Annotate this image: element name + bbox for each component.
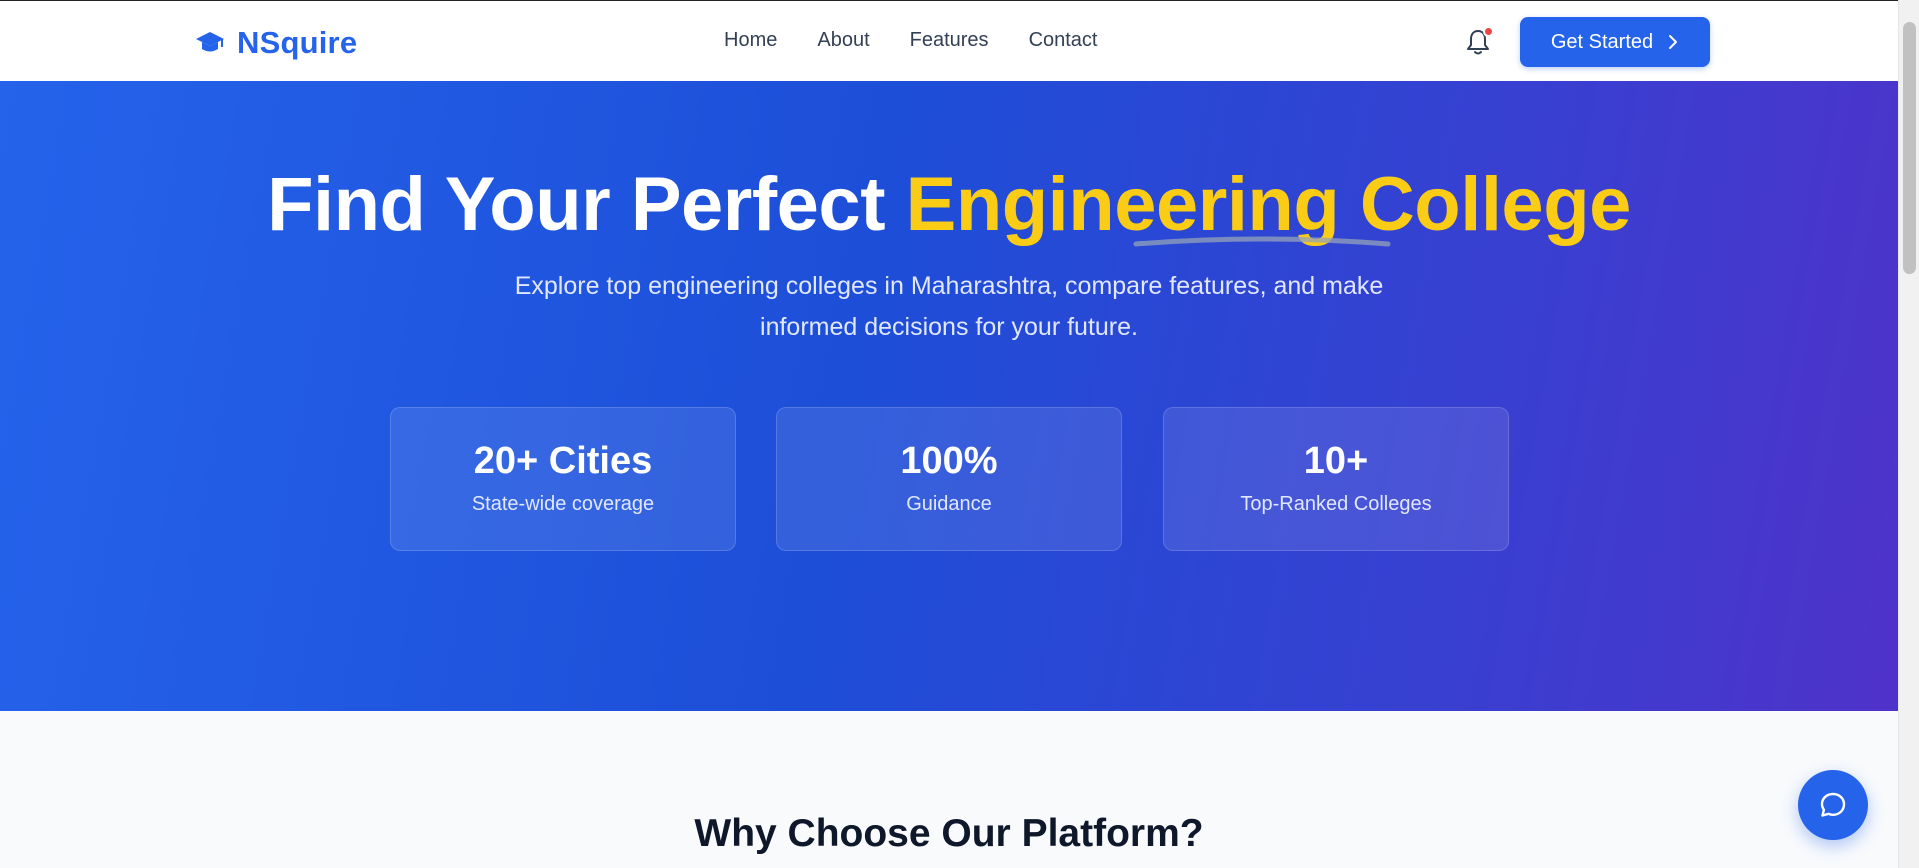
nav-item-contact[interactable]: Contact — [1029, 29, 1098, 52]
section-title: Why Choose Our Platform? — [694, 812, 1204, 855]
stat-label: Guidance — [906, 493, 992, 515]
stat-card-cities: 20+ Cities State-wide coverage — [390, 407, 736, 551]
brand-name: NSquire — [237, 25, 358, 60]
stat-value: 20+ Cities — [473, 440, 653, 482]
stat-label: Top-Ranked Colleges — [1240, 493, 1432, 515]
page-scrollbar[interactable] — [1898, 0, 1919, 868]
hero-section: Find Your Perfect Engineering College Ex… — [0, 81, 1898, 711]
graduation-cap-icon — [196, 32, 224, 52]
navbar: NSquire Home About Features Contact Get … — [0, 0, 1898, 81]
nav-item-home[interactable]: Home — [724, 29, 777, 52]
get-started-button[interactable]: Get Started — [1520, 17, 1710, 67]
get-started-label: Get Started — [1550, 30, 1654, 53]
title-underline-decoration — [1133, 236, 1391, 247]
stat-card-colleges: 10+ Top-Ranked Colleges — [1163, 407, 1509, 551]
hero-title: Find Your Perfect Engineering College — [0, 161, 1898, 248]
nav-item-features[interactable]: Features — [910, 29, 989, 52]
hero-subtitle: Explore top engineering colleges in Maha… — [514, 272, 1384, 341]
notification-dot — [1483, 26, 1494, 37]
hero-title-plain: Find Your Perfect — [267, 162, 906, 247]
nav-item-about[interactable]: About — [817, 29, 869, 52]
stat-label: State-wide coverage — [471, 493, 655, 515]
notifications-button[interactable] — [1464, 26, 1494, 57]
stat-value: 100% — [900, 440, 998, 482]
chat-button[interactable] — [1798, 770, 1868, 840]
stat-value: 10+ — [1303, 440, 1369, 482]
stat-card-guidance: 100% Guidance — [776, 407, 1122, 551]
chat-bubble-icon — [1820, 792, 1846, 817]
scrollbar-thumb[interactable] — [1903, 22, 1916, 274]
brand-logo[interactable]: NSquire — [195, 25, 357, 61]
chevron-right-icon — [1669, 35, 1678, 49]
main-nav: Home About Features Contact — [724, 29, 1098, 52]
page: NSquire Home About Features Contact Get … — [0, 0, 1919, 868]
